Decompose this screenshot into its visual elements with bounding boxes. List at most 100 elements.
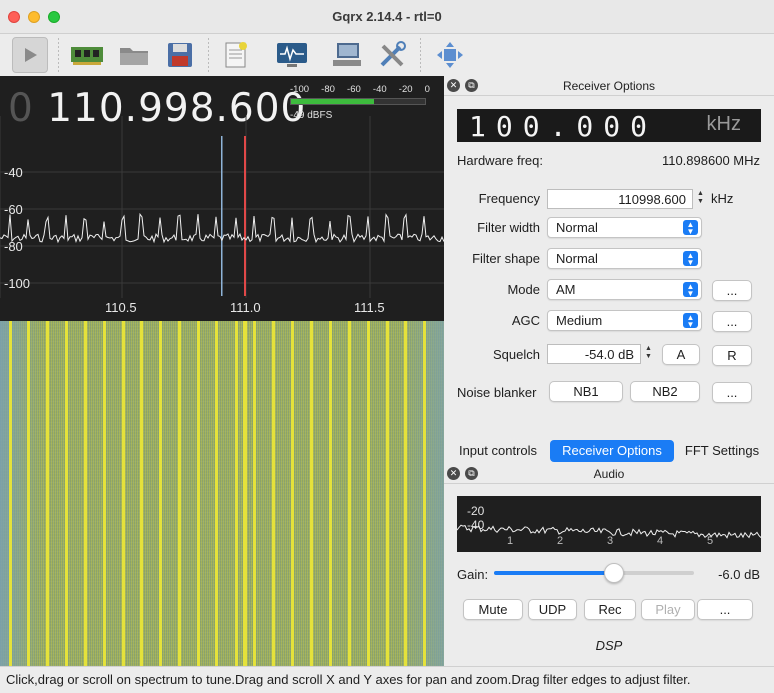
gain-slider-fill xyxy=(494,571,614,575)
waterfall-signal-line xyxy=(235,321,238,666)
receiver-options-panel: ✕ ⧉ Receiver Options 100.000 kHz Hardwar… xyxy=(444,76,774,464)
waterfall-signal-line xyxy=(159,321,162,666)
x-tick-label: 111.5 xyxy=(354,300,385,315)
filter-width-label: Filter width xyxy=(477,220,540,235)
squelch-reset-button[interactable]: R xyxy=(712,345,752,366)
audio-x-tick: 5 xyxy=(707,535,713,547)
y-tick-label: -80 xyxy=(4,239,23,254)
gain-slider-handle[interactable] xyxy=(604,563,624,583)
frequency-label: Frequency xyxy=(478,191,540,206)
filter-shape-label: Filter shape xyxy=(472,251,540,266)
audio-x-tick: 1 xyxy=(507,535,513,547)
y-tick-label: -40 xyxy=(4,165,23,180)
io-devices-button[interactable] xyxy=(69,37,105,73)
waterfall-signal-line xyxy=(46,321,49,666)
toolbar xyxy=(0,34,774,76)
remote-control-button[interactable] xyxy=(329,37,365,73)
receiver-options-title: Receiver Options xyxy=(562,79,656,93)
mode-select[interactable]: AM ▲ ▼ xyxy=(547,279,702,300)
filter-offset-display[interactable]: 100.000 kHz xyxy=(457,109,761,143)
status-bar: Click,drag or scroll on spectrum to tune… xyxy=(0,666,774,693)
title-bar: Gqrx 2.14.4 - rtl=0 xyxy=(0,0,774,34)
start-dsp-button[interactable] xyxy=(12,37,48,73)
waterfall-signal-line xyxy=(215,321,218,666)
squelch-input[interactable]: -54.0 dB xyxy=(547,344,641,364)
tab-fft-settings[interactable]: FFT Settings xyxy=(678,440,766,462)
audio-options-button[interactable]: ... xyxy=(697,599,753,620)
nb1-button[interactable]: NB1 xyxy=(549,381,623,402)
hardware-freq-label: Hardware freq: xyxy=(457,153,543,168)
folder-icon xyxy=(120,48,148,65)
demod-marker xyxy=(221,136,223,296)
filter-shape-select[interactable]: Normal ▲ ▼ xyxy=(547,248,702,269)
chevron-updown-icon: ▲ ▼ xyxy=(683,251,698,267)
move-arrows-icon xyxy=(437,42,463,68)
x-tick-label: 110.5 xyxy=(105,300,137,315)
noise-blanker-options-button[interactable]: ... xyxy=(712,382,752,403)
waterfall-signal-line xyxy=(386,321,389,666)
waterfall-signal-line xyxy=(27,321,30,666)
agc-label: AGC xyxy=(511,313,540,328)
document-icon xyxy=(225,42,247,68)
tab-receiver-options[interactable]: Receiver Options xyxy=(550,440,674,462)
bookmarks-button[interactable] xyxy=(218,37,254,73)
mode-options-button[interactable]: ... xyxy=(712,280,752,301)
audio-title: Audio xyxy=(593,467,625,481)
waterfall-display[interactable] xyxy=(0,321,444,666)
audio-y-tick: -20 xyxy=(467,504,485,518)
filter-width-select[interactable]: Normal ▲ ▼ xyxy=(547,217,702,238)
y-tick-label: -60 xyxy=(4,202,23,217)
nb2-button[interactable]: NB2 xyxy=(630,381,700,402)
fft-view-button[interactable] xyxy=(274,37,310,73)
tab-input-controls[interactable]: Input controls xyxy=(448,440,548,462)
toolbar-separator xyxy=(58,38,59,72)
audio-panel: ✕ ⧉ Audio -20 -40 1 2 3 4 5 Gain: -6.0 dB Mute… xyxy=(444,464,774,666)
udp-button[interactable]: UDP xyxy=(528,599,577,620)
audio-header: ✕ ⧉ Audio xyxy=(444,464,774,484)
mute-button[interactable]: Mute xyxy=(463,599,523,620)
save-settings-button[interactable] xyxy=(162,37,198,73)
hardware-card-icon xyxy=(71,47,103,65)
waterfall-signal-line xyxy=(197,321,200,666)
agc-select[interactable]: Medium ▲ ▼ xyxy=(547,310,702,331)
filter-shape-value: Normal xyxy=(556,251,598,266)
fullscreen-button[interactable] xyxy=(432,37,468,73)
waterfall-signal-line xyxy=(103,321,106,666)
filter-width-value: Normal xyxy=(556,220,598,235)
audio-x-tick: 3 xyxy=(607,535,613,547)
dsp-label: DSP xyxy=(595,638,623,653)
squelch-auto-button[interactable]: A xyxy=(662,344,700,365)
record-button[interactable]: Rec xyxy=(584,599,636,620)
settings-tools-button[interactable] xyxy=(374,37,410,73)
chevron-updown-icon: ▲ ▼ xyxy=(683,220,698,236)
audio-x-tick: 4 xyxy=(657,535,663,547)
frequency-unit: kHz xyxy=(711,191,734,206)
waterfall-signal-line xyxy=(84,321,87,666)
waterfall-signal-line xyxy=(404,321,407,666)
gain-slider-track[interactable] xyxy=(494,571,694,575)
save-icon xyxy=(168,43,192,67)
window-title: Gqrx 2.14.4 - rtl=0 xyxy=(332,9,442,24)
waterfall-signal-line xyxy=(291,321,294,666)
waterfall-signal-line xyxy=(140,321,143,666)
play-button[interactable]: Play xyxy=(641,599,695,620)
network-computer-icon xyxy=(333,43,361,66)
waterfall-signal-line xyxy=(310,321,313,666)
squelch-label: Squelch xyxy=(493,347,540,362)
waterfall-signal-line xyxy=(65,321,68,666)
squelch-stepper[interactable]: ▲ ▼ xyxy=(643,345,654,363)
frequency-stepper[interactable]: ▲ ▼ xyxy=(695,190,706,208)
filter-offset-value: 100.000 xyxy=(469,110,658,143)
waterfall-signal-line xyxy=(178,321,181,666)
open-file-button[interactable] xyxy=(116,37,152,73)
filter-offset-unit: kHz xyxy=(706,113,741,135)
monitor-waveform-icon xyxy=(277,43,307,67)
mode-label: Mode xyxy=(507,282,540,297)
agc-options-button[interactable]: ... xyxy=(712,311,752,332)
tools-icon xyxy=(380,41,406,67)
audio-x-tick: 2 xyxy=(557,535,563,547)
frequency-input[interactable]: 110998.600 xyxy=(547,189,693,209)
receiver-options-header: ✕ ⧉ Receiver Options xyxy=(444,76,774,96)
spectrum-plot[interactable]: 0 110.998.600 -100 -80 -60 -40 -20 0 -49 dBFS… xyxy=(0,76,444,321)
audio-fft-plot[interactable]: -20 -40 1 2 3 4 5 xyxy=(457,496,761,552)
